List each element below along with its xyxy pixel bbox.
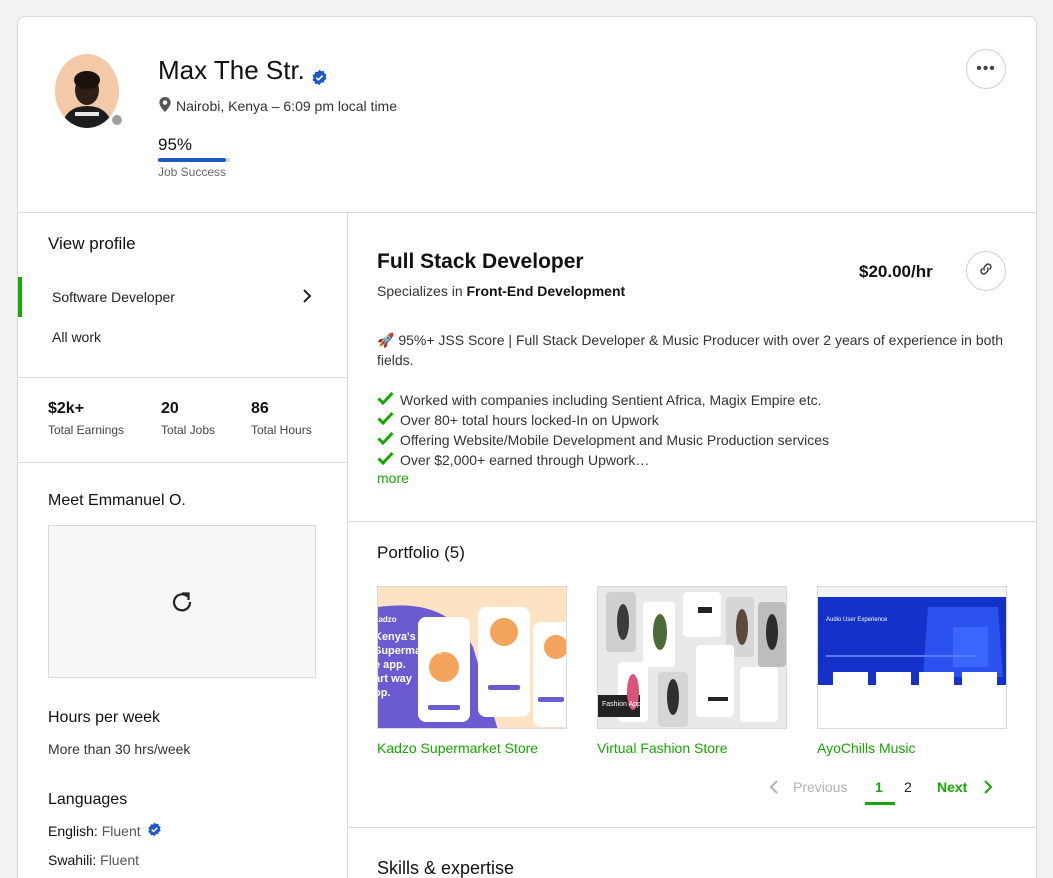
hourly-rate: $20.00/hr [859,262,933,281]
stat-total-jobs: 20 Total Jobs [161,400,215,437]
location-row: Nairobi, Kenya – 6:09 pm local time [159,97,397,115]
stat-label: Total Hours [251,423,312,437]
specializes-line: Specializes in Front-End Development [377,283,625,299]
sidebar: View profile Software Developer All work… [18,213,348,878]
stat-label: Total Jobs [161,423,216,437]
sidebar-item-label: All work [52,329,102,345]
profile-title: Full Stack Developer [377,250,584,273]
skills-title: Skills & expertise [377,858,515,878]
avatar-wrapper [55,54,124,130]
link-icon [978,261,994,282]
chevron-right-icon[interactable] [982,779,994,798]
portfolio-item-virtual-fashion[interactable]: Fashion App Virtual Fashion Store [597,586,787,756]
stat-value: 86 [251,400,269,417]
list-item: Over 80+ total hours locked-In on Upwork [377,410,829,430]
profile-name-row: Max The Str. [158,55,328,86]
stat-label: Total Earnings [48,423,125,437]
portfolio-thumbnail[interactable]: Audio User Experience [817,586,1007,729]
language-name: English: [48,823,98,839]
checklist-text: Worked with companies including Sentient… [400,392,822,408]
list-item: Offering Website/Mobile Development and … [377,430,829,450]
pagination-previous[interactable]: Previous [793,779,847,795]
location-pin-icon [159,97,171,115]
sidebar-item-all-work[interactable]: All work [18,317,347,357]
profile-header: Max The Str. Nairobi, Kenya – 6:09 pm lo… [18,17,1036,213]
check-mark-icon [377,430,394,450]
specializes-prefix: Specializes in [377,283,463,299]
checklist-text: Over $2,000+ earned through Upwork… [400,452,650,468]
language-swahili: Swahili: Fluent [48,852,139,868]
language-level: Fluent [101,823,141,839]
location-text: Nairobi, Kenya – 6:09 pm local time [176,98,397,114]
job-success-label: Job Success [158,165,227,179]
verified-badge-icon [147,822,162,840]
portfolio-item-title[interactable]: AyoChills Music [817,740,1007,756]
intro-video-placeholder[interactable] [48,525,316,678]
portfolio-item-title[interactable]: Virtual Fashion Store [597,740,787,756]
pagination-page-2[interactable]: 2 [904,779,912,795]
main-content: Full Stack Developer Specializes in Fron… [348,213,1036,878]
hours-per-week-title: Hours per week [48,709,161,726]
meet-title: Meet Emmanuel O. [48,492,186,509]
pagination-next[interactable]: Next [937,779,967,795]
job-success-value: 95% [158,135,193,154]
overview-intro: 🚀 95%+ JSS Score | Full Stack Developer … [377,332,1004,368]
divider [18,377,347,378]
list-item: Worked with companies including Sentient… [377,390,829,410]
verified-badge-icon [311,62,328,86]
portfolio-thumb-text: Audio User Experience [826,617,888,623]
stat-value: $2k+ [48,400,85,417]
sidebar-item-software-developer[interactable]: Software Developer [18,277,347,317]
checklist-text: Offering Website/Mobile Development and … [400,432,830,448]
check-mark-icon [377,410,394,430]
check-mark-icon [377,390,394,410]
stat-total-earnings: $2k+ Total Earnings [48,400,124,437]
languages-title: Languages [48,791,128,808]
portfolio-item-ayochills[interactable]: Audio User Experience AyoChills Music [817,586,1007,756]
checklist-text: Over 80+ total hours locked-In on Upwork [400,412,659,428]
more-link[interactable]: more [377,470,409,486]
language-english: English: Fluent [48,822,162,840]
portfolio-thumb-text: Fashion App [602,701,641,708]
divider [18,462,347,463]
pagination-active-underline [865,802,895,805]
chevron-left-icon[interactable] [768,779,780,798]
sidebar-item-label: Software Developer [52,289,175,305]
portfolio-thumbnail[interactable]: kadzo Kenya's Supermarket e app. art way… [377,586,567,729]
language-name: Swahili: [48,852,97,868]
offline-status-dot [110,113,124,127]
active-indicator [18,277,22,317]
profile-name: Max The Str. [158,55,305,85]
portfolio-item-kadzo[interactable]: kadzo Kenya's Supermarket e app. art way… [377,586,567,756]
specializes-value: Front-End Development [466,283,626,299]
portfolio-thumb-text: kadzo Kenya's Supermarket e app. art way… [377,615,442,699]
list-item: Over $2,000+ earned through Upwork… [377,450,829,470]
job-success-bar [158,158,230,162]
reload-icon[interactable] [170,590,194,614]
language-level: Fluent [100,852,140,868]
overview-checklist: Worked with companies including Sentient… [377,390,829,470]
profile-card: Max The Str. Nairobi, Kenya – 6:09 pm lo… [17,16,1037,878]
copy-link-button[interactable] [966,251,1006,291]
stat-total-hours: 86 Total Hours [251,400,312,437]
hours-per-week-value: More than 30 hrs/week [48,741,191,757]
pagination-page-1[interactable]: 1 [875,779,883,795]
portfolio-item-title[interactable]: Kadzo Supermarket Store [377,740,567,756]
more-options-button[interactable]: ••• [966,49,1006,89]
view-profile-title: View profile [48,234,136,253]
portfolio-title: Portfolio (5) [377,543,465,562]
job-success-bar-fill [158,158,227,162]
ellipsis-icon: ••• [976,60,996,77]
portfolio-thumbnail[interactable]: Fashion App [597,586,787,729]
check-mark-icon [377,450,394,470]
chevron-right-icon [300,287,314,305]
stat-value: 20 [161,400,179,417]
divider [348,827,1036,828]
divider [348,521,1036,522]
